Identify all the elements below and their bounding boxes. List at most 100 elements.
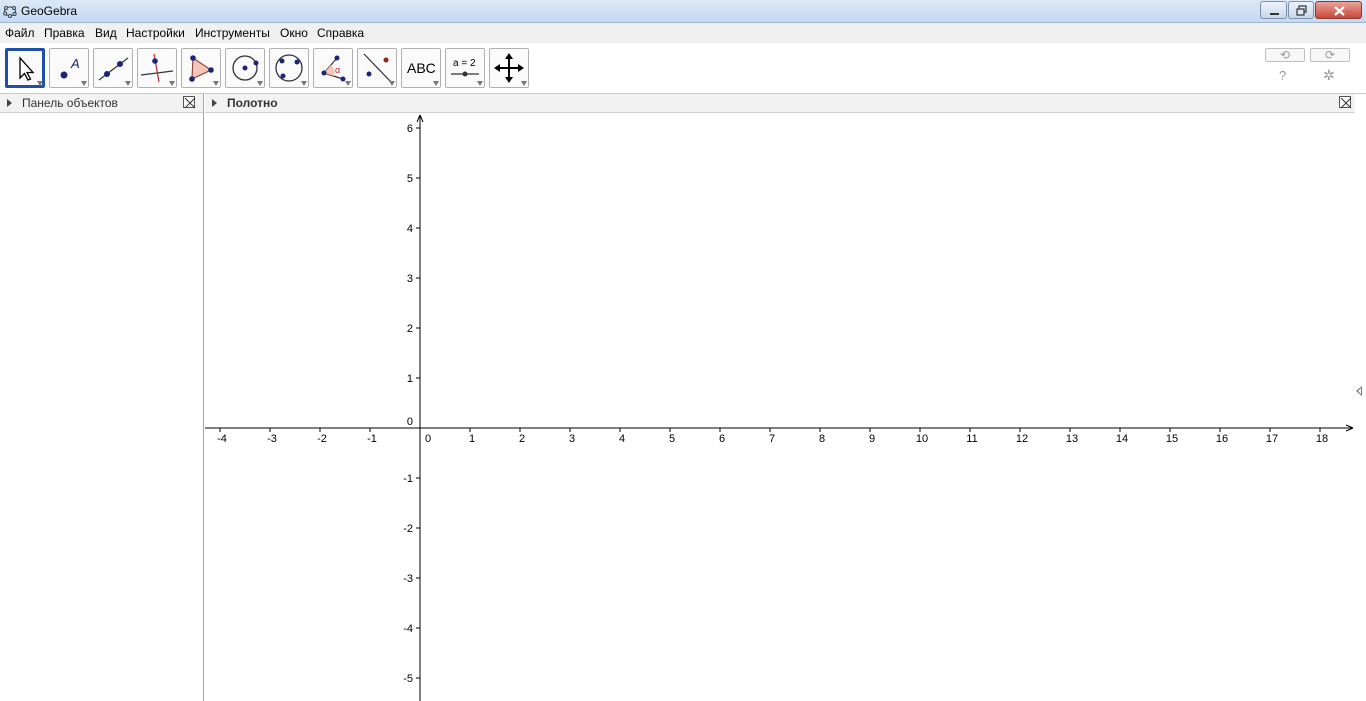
dropdown-arrow-icon bbox=[477, 81, 483, 86]
algebra-panel-title: Панель объектов bbox=[22, 96, 118, 110]
dropdown-arrow-icon bbox=[301, 81, 307, 86]
y-tick-label: 1 bbox=[407, 373, 413, 385]
reflect-tool-button[interactable] bbox=[357, 48, 397, 88]
close-algebra-panel-button[interactable] bbox=[183, 96, 196, 109]
x-tick-label: 18 bbox=[1316, 433, 1328, 445]
restore-button[interactable] bbox=[1288, 1, 1314, 19]
dropdown-arrow-icon bbox=[257, 81, 263, 86]
algebra-panel-header: Панель объектов bbox=[0, 94, 203, 113]
x-tick-label: 8 bbox=[819, 433, 825, 445]
close-icon bbox=[1340, 97, 1352, 109]
polygon-tool-button[interactable] bbox=[181, 48, 221, 88]
expand-triangle-icon[interactable] bbox=[7, 99, 12, 107]
x-tick-label: 14 bbox=[1116, 433, 1128, 445]
cursor-arrow-icon bbox=[19, 56, 35, 81]
menu-bar: Файл Правка Вид Настройки Инструменты Ок… bbox=[0, 23, 1366, 43]
menu-tools[interactable]: Инструменты bbox=[195, 26, 270, 40]
close-graphics-panel-button[interactable] bbox=[1339, 96, 1352, 109]
graphics-panel-title: Полотно bbox=[227, 96, 278, 110]
close-icon bbox=[184, 97, 196, 109]
dropdown-arrow-icon bbox=[521, 81, 527, 86]
coordinate-axes: -4 -3 -2 -1 0 1 2 3 4 5 6 7 8 9 10 11 12 13 14 15 16 17 186543… bbox=[205, 114, 1354, 701]
text-tool-label: ABC bbox=[407, 60, 436, 76]
graphics-panel-header: Полотно bbox=[205, 94, 1355, 113]
y-tick-label: 2 bbox=[407, 323, 413, 335]
point-tool-button[interactable]: A bbox=[49, 48, 89, 88]
dropdown-arrow-icon bbox=[213, 81, 219, 86]
minimize-icon bbox=[1270, 13, 1279, 15]
menu-view[interactable]: Вид bbox=[95, 26, 117, 40]
text-tool-button[interactable]: ABC bbox=[401, 48, 441, 88]
toolbar: A α ABC a = 2 ⟲ ⟳ ? ✲ bbox=[0, 43, 1366, 94]
x-tick-label: 2 bbox=[519, 433, 525, 445]
side-panel-toggle-inner bbox=[1358, 388, 1361, 394]
dropdown-arrow-icon bbox=[433, 81, 439, 86]
x-tick-label: 11 bbox=[966, 433, 977, 445]
slider-tool-button[interactable]: a = 2 bbox=[445, 48, 485, 88]
expand-triangle-icon[interactable] bbox=[212, 99, 217, 107]
algebra-panel: Панель объектов bbox=[0, 94, 204, 701]
title-bar: GeoGebra bbox=[0, 0, 1366, 23]
move-tool-button[interactable] bbox=[5, 48, 45, 88]
dropdown-arrow-icon bbox=[81, 81, 87, 86]
dropdown-arrow-icon bbox=[37, 81, 43, 86]
undo-button[interactable]: ⟲ bbox=[1265, 48, 1305, 62]
settings-button[interactable]: ✲ bbox=[1323, 67, 1335, 84]
dropdown-arrow-icon bbox=[125, 81, 131, 86]
redo-button[interactable]: ⟳ bbox=[1310, 48, 1350, 62]
angle-label: α bbox=[335, 65, 340, 75]
y-tick-label: -1 bbox=[403, 473, 413, 485]
y-tick-label: -3 bbox=[403, 573, 413, 585]
restore-icon bbox=[1296, 5, 1307, 16]
svg-text:A: A bbox=[70, 56, 80, 71]
dropdown-arrow-icon bbox=[389, 81, 395, 86]
x-tick-label: 4 bbox=[619, 433, 625, 445]
y-tick-label: 0 bbox=[407, 416, 413, 428]
move-graphics-tool-button[interactable] bbox=[489, 48, 529, 88]
y-tick-label: 4 bbox=[407, 223, 413, 235]
x-tick-label: 9 bbox=[869, 433, 875, 445]
geogebra-logo-icon bbox=[3, 6, 17, 18]
graphics-panel[interactable]: Полотно -4 -3 -2 -1 0 1 2 3 4 5 6 7 8 9 10 11 12 13 14 15 16… bbox=[205, 94, 1355, 701]
menu-window[interactable]: Окно bbox=[280, 26, 308, 40]
x-tick-label: 17 bbox=[1266, 433, 1278, 445]
circle-3pt-tool-button[interactable] bbox=[269, 48, 309, 88]
dropdown-arrow-icon bbox=[345, 81, 351, 86]
x-tick-label: 10 bbox=[916, 433, 928, 445]
x-tick-label: 12 bbox=[1016, 433, 1028, 445]
close-window-button[interactable] bbox=[1315, 1, 1362, 19]
angle-tool-button[interactable]: α bbox=[313, 48, 353, 88]
x-tick-label: 1 bbox=[469, 433, 475, 445]
help-button[interactable]: ? bbox=[1279, 68, 1286, 83]
x-tick-label: -3 bbox=[267, 433, 277, 445]
y-tick-label: -5 bbox=[403, 673, 413, 685]
x-tick-label: -2 bbox=[317, 433, 327, 445]
x-tick-label: 3 bbox=[569, 433, 575, 445]
close-icon bbox=[1334, 6, 1345, 16]
x-tick-label: 16 bbox=[1216, 433, 1228, 445]
y-tick-label: 5 bbox=[407, 173, 413, 185]
circle-tool-button[interactable] bbox=[225, 48, 265, 88]
menu-settings[interactable]: Настройки bbox=[126, 26, 185, 40]
x-tick-label: 15 bbox=[1166, 433, 1178, 445]
x-tick-label: 7 bbox=[769, 433, 775, 445]
x-tick-label: 13 bbox=[1066, 433, 1078, 445]
menu-edit[interactable]: Правка bbox=[44, 26, 85, 40]
slider-tool-label: a = 2 bbox=[453, 58, 476, 69]
x-tick-label: -4 bbox=[217, 433, 227, 445]
perpendicular-tool-button[interactable] bbox=[137, 48, 177, 88]
x-tick-label: 0 bbox=[425, 433, 431, 445]
y-tick-label: 3 bbox=[407, 273, 413, 285]
minimize-button[interactable] bbox=[1260, 1, 1287, 19]
menu-help[interactable]: Справка bbox=[317, 26, 364, 40]
dropdown-arrow-icon bbox=[169, 81, 175, 86]
line-tool-button[interactable] bbox=[93, 48, 133, 88]
window-title: GeoGebra bbox=[21, 4, 78, 18]
y-tick-label: -2 bbox=[403, 523, 413, 535]
menu-file[interactable]: Файл bbox=[5, 26, 35, 40]
x-tick-label: -1 bbox=[367, 433, 377, 445]
y-tick-label: 6 bbox=[407, 123, 413, 135]
y-tick-label: -4 bbox=[403, 623, 413, 635]
x-tick-label: 5 bbox=[669, 433, 675, 445]
x-tick-label: 6 bbox=[719, 433, 725, 445]
